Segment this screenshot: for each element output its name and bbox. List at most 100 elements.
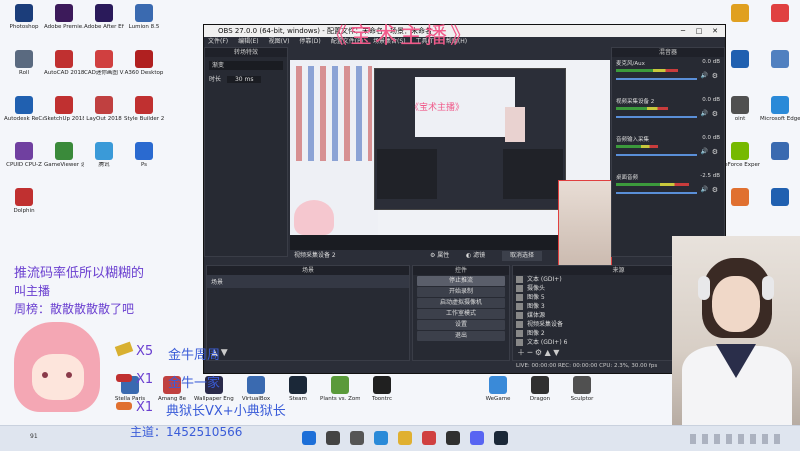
desktop-icon[interactable]: Ps (124, 142, 164, 168)
gift2-text: 金牛一家 (168, 376, 221, 391)
source-item-label: 文本 (GDI+) 6 (527, 339, 568, 346)
duration-input[interactable]: 30 ms (226, 76, 262, 83)
desktop-icon[interactable]: Photoshop (4, 4, 44, 30)
level-meter (616, 107, 668, 110)
desktop-icon[interactable] (760, 188, 800, 208)
desktop-icon[interactable]: CAD迷你画图 V3.0 (84, 50, 124, 76)
deselect-button[interactable]: 取消选择 (502, 251, 543, 261)
desktop-icon[interactable] (720, 4, 760, 24)
source-item-label: 文本 (GDI+) (527, 276, 562, 283)
speaker-icon[interactable]: 🔊 (701, 186, 708, 193)
headphone-icon (698, 276, 710, 300)
search-icon[interactable] (326, 431, 340, 445)
level-meter (616, 183, 689, 186)
desktop-icon[interactable]: Autodesk ReCap 2018 (4, 96, 44, 122)
obs-window[interactable]: OBS 27.0.0 (64-bit, windows) - 配置文件：未命名 … (203, 24, 726, 374)
app-icon (331, 376, 349, 394)
transition-select[interactable]: 渐变 (209, 61, 283, 70)
volume-slider[interactable] (616, 78, 698, 80)
speaker-icon[interactable]: 🔊 (701, 110, 708, 117)
desktop-icon[interactable]: GeForce Experience (720, 142, 760, 168)
menu-item[interactable]: 停靠(D) (299, 38, 320, 45)
desktop-icon[interactable] (760, 142, 800, 162)
desktop-icon[interactable]: AutoCAD 2018 - Si... (44, 50, 84, 76)
controls-panel: 控件 停止推流 开始录制 启动虚拟摄像机 工作室模式 设置 退出 (412, 265, 510, 361)
gear-icon[interactable]: ⚙ (712, 148, 718, 156)
obs-preview[interactable]: 《宝术主播》 (290, 60, 612, 274)
desktop-icon[interactable]: VirtualBox (236, 376, 276, 402)
filters-button[interactable]: ◐ 滤镜 (466, 251, 485, 261)
scene-item[interactable]: 场景 (207, 275, 409, 288)
desktop-icon[interactable]: Style Builder 2018 (124, 96, 164, 122)
desktop-icon[interactable]: Steam (278, 376, 318, 402)
control-button[interactable]: 开始录制 (417, 287, 505, 297)
menu-item[interactable]: 文件(F) (208, 38, 228, 45)
app-icon (15, 4, 33, 22)
desktop-icon[interactable]: Plants vs. Zombies... (320, 376, 360, 402)
speaker-icon[interactable]: 🔊 (701, 72, 708, 79)
control-button[interactable]: 退出 (417, 331, 505, 341)
mixer-channel-db: 0.0 dB (702, 59, 720, 65)
steam-icon[interactable] (494, 431, 508, 445)
desktop-icon[interactable]: Adobe After Effects 2020 (84, 4, 124, 30)
gift3-count: X1 (136, 400, 154, 415)
desktop-icon-label: oint (734, 116, 746, 122)
desktop-icon[interactable]: Toontrc (362, 376, 402, 402)
volume-slider[interactable] (616, 116, 698, 118)
file-explorer-icon[interactable] (398, 431, 412, 445)
desktop-icon[interactable]: Sculptor (562, 376, 602, 402)
desktop-icon[interactable]: Roll (4, 50, 44, 76)
desktop-icon[interactable]: A360 Desktop (124, 50, 164, 76)
gear-icon[interactable]: ⚙ (712, 110, 718, 118)
desktop-icon[interactable] (760, 4, 800, 24)
mixer-channel-name: 桌面音频 (616, 175, 639, 181)
menu-item[interactable]: 编辑(E) (238, 38, 258, 45)
desktop-icon[interactable] (720, 50, 760, 70)
desktop-icon[interactable]: WeGame (478, 376, 518, 402)
mixer-title: 混音器 (612, 48, 724, 57)
desktop-icon[interactable]: Microsoft Edge (760, 96, 800, 122)
mixer-channel: 桌面音频 -2.5 dB 🔊 ⚙ (612, 171, 724, 209)
mixer-channel-db: -2.5 dB (700, 173, 720, 179)
speaker-icon[interactable]: 🔊 (701, 148, 708, 155)
desktop-icon[interactable]: Adobe Premie... (44, 4, 84, 30)
system-tray[interactable] (690, 434, 780, 444)
app-icon (135, 96, 153, 114)
desktop-icon[interactable]: Dragon (520, 376, 560, 402)
volume-slider[interactable] (616, 192, 698, 194)
gear-icon[interactable]: ⚙ (712, 72, 718, 80)
menu-item[interactable]: 视图(V) (269, 38, 290, 45)
desktop-icon[interactable]: Lumion 8.5 (124, 4, 164, 30)
desktop-icon[interactable]: 腾讯 (84, 142, 124, 168)
control-button[interactable]: 停止推流 (417, 276, 505, 286)
desktop-icon[interactable]: GameViewer 远程 (44, 142, 84, 168)
app-icon (95, 142, 113, 160)
start-icon[interactable] (302, 431, 316, 445)
taskview-icon[interactable] (350, 431, 364, 445)
source-toolbar-buttons[interactable]: ＋ ─ ⚙ ▲ ▼ (517, 347, 559, 358)
edge-icon[interactable] (374, 431, 388, 445)
desktop-icon[interactable] (720, 188, 760, 208)
desktop-icon[interactable]: CPUID CPU-Z (4, 142, 44, 168)
app-icon (731, 142, 749, 160)
desktop-icon-label: Roll (19, 70, 29, 76)
control-button[interactable]: 工作室模式 (417, 309, 505, 319)
close-icon[interactable]: ✕ (707, 25, 723, 37)
gear-icon[interactable]: ⚙ (712, 186, 718, 194)
desktop-icon[interactable]: SketchUp 2018 (44, 96, 84, 122)
desktop-icon-label: LayOut 2018 (86, 116, 122, 122)
maximize-icon[interactable]: □ (691, 25, 707, 37)
app-icon[interactable] (422, 431, 436, 445)
properties-button[interactable]: ⚙ 属性 (430, 251, 449, 261)
discord-icon[interactable] (470, 431, 484, 445)
desktop-icon[interactable] (760, 50, 800, 70)
desktop-icon[interactable]: LayOut 2018 (84, 96, 124, 122)
obs-icon[interactable] (446, 431, 460, 445)
app-icon (15, 142, 33, 160)
minimize-icon[interactable]: ─ (675, 25, 691, 37)
control-button[interactable]: 设置 (417, 320, 505, 330)
volume-slider[interactable] (616, 154, 698, 156)
desktop-icon[interactable]: Dolphin (4, 188, 44, 214)
control-button[interactable]: 启动虚拟摄像机 (417, 298, 505, 308)
desktop-icon[interactable]: oint (720, 96, 760, 122)
